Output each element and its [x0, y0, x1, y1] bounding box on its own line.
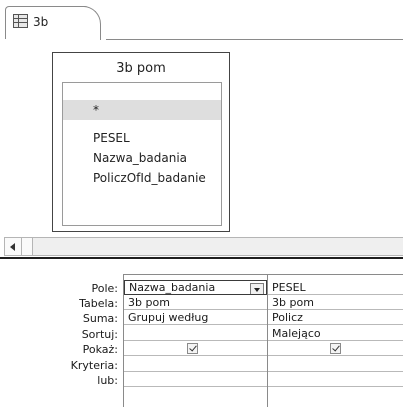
sortuj-cell[interactable]: Malejąco	[268, 326, 403, 341]
tab-edge	[84, 6, 108, 40]
tab-label: 3b	[33, 15, 49, 29]
field-item-policzofid-badanie[interactable]: PoliczOfId_badanie	[63, 168, 221, 188]
kryteria-cell[interactable]	[268, 357, 403, 372]
suma-cell[interactable]: Grupuj według	[124, 310, 267, 325]
grid-column: Nazwa_badania 3b pom Grupuj według	[124, 275, 268, 407]
pokaz-cell[interactable]	[124, 341, 267, 356]
row-label-suma: Suma:	[82, 312, 118, 325]
pole-cell[interactable]: PESEL	[268, 280, 403, 295]
horizontal-scrollbar[interactable]	[4, 237, 403, 256]
table-design-area: 3b pom * PESEL Nazwa_badania PoliczOfId_…	[0, 40, 403, 233]
row-label-sortuj: Sortuj:	[81, 328, 118, 341]
grid-column: PESEL 3b pom Policz Malejąco	[268, 275, 403, 407]
scroll-left-icon[interactable]	[5, 238, 22, 255]
pole-value: Nazwa_badania	[129, 281, 216, 294]
table-field-list-window[interactable]: 3b pom * PESEL Nazwa_badania PoliczOfId_…	[52, 52, 230, 232]
tabela-cell[interactable]: 3b pom	[268, 295, 403, 310]
query-grid: Nazwa_badania 3b pom Grupuj według PESEL…	[123, 274, 403, 407]
document-tab-strip: 3b	[0, 0, 403, 40]
row-label-pole: Pole:	[91, 282, 118, 295]
show-checkbox[interactable]	[187, 343, 198, 354]
tabela-cell[interactable]: 3b pom	[124, 295, 267, 310]
lub-cell[interactable]	[124, 372, 267, 387]
row-label-kryteria: Kryteria:	[70, 359, 118, 372]
lub-cell[interactable]	[268, 372, 403, 387]
row-label-tabela: Tabela:	[79, 297, 118, 310]
field-item-nazwa-badania[interactable]: Nazwa_badania	[63, 148, 221, 168]
chevron-down-icon[interactable]	[250, 283, 264, 294]
field-list[interactable]: * PESEL Nazwa_badania PoliczOfId_badanie	[62, 82, 222, 226]
field-item-pesel[interactable]: PESEL	[63, 128, 221, 148]
query-design-icon	[13, 14, 28, 28]
pole-cell[interactable]: Nazwa_badania	[124, 280, 267, 295]
table-title: 3b pom	[116, 61, 166, 76]
pokaz-cell[interactable]	[268, 341, 403, 356]
suma-cell[interactable]: Policz	[268, 310, 403, 325]
show-checkbox[interactable]	[330, 343, 341, 354]
row-label-lub: lub:	[97, 374, 118, 387]
field-item-all[interactable]: *	[63, 100, 221, 120]
kryteria-cell[interactable]	[124, 357, 267, 372]
query-design-grid-pane: Pole: Tabela: Suma: Sortuj: Pokaż: Kryte…	[0, 259, 403, 407]
row-label-pokaz: Pokaż:	[82, 343, 118, 356]
scrollbar-thumb[interactable]	[22, 238, 33, 255]
sortuj-cell[interactable]	[124, 326, 267, 341]
